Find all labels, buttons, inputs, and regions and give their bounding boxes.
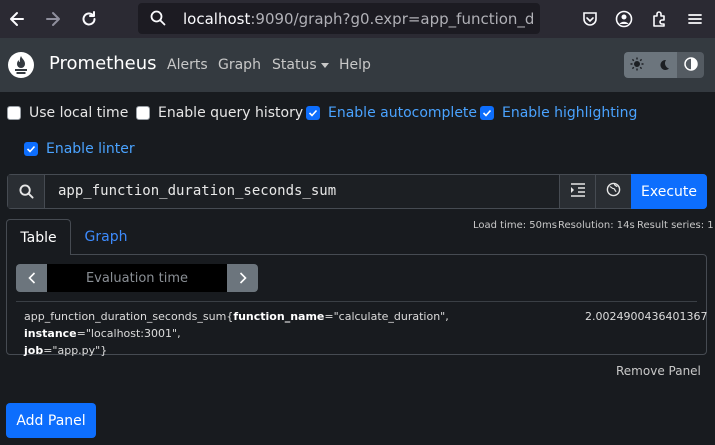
- menu-icon[interactable]: [683, 7, 707, 31]
- highlighting-label: Enable highlighting: [502, 105, 638, 121]
- option-local-time[interactable]: Use local time: [7, 105, 128, 121]
- resolution: Resolution: 14s: [558, 220, 635, 231]
- nav-status[interactable]: Status: [272, 57, 329, 73]
- auto-theme-button[interactable]: [677, 52, 704, 78]
- nav-graph[interactable]: Graph: [218, 57, 261, 73]
- execute-button[interactable]: Execute: [631, 174, 707, 209]
- evaluation-time-input[interactable]: Evaluation time: [47, 264, 227, 292]
- reload-icon[interactable]: [77, 7, 101, 31]
- caret-down-icon: [320, 62, 329, 68]
- highlighting-checkbox[interactable]: [480, 106, 494, 120]
- remove-panel-link[interactable]: Remove Panel: [616, 364, 701, 378]
- search-icon: [150, 10, 166, 30]
- autocomplete-checkbox[interactable]: [306, 106, 320, 120]
- add-panel-button[interactable]: Add Panel: [6, 403, 96, 438]
- prometheus-logo-icon[interactable]: [7, 51, 35, 83]
- option-linter[interactable]: Enable linter: [24, 141, 135, 157]
- chevron-left-icon: [27, 269, 36, 288]
- query-history-label: Enable query history: [158, 105, 304, 121]
- theme-toggle-group: [624, 52, 704, 78]
- forward-icon[interactable]: [41, 7, 65, 31]
- dark-theme-button[interactable]: [650, 52, 678, 78]
- back-icon[interactable]: [5, 7, 29, 31]
- moon-icon: [658, 56, 670, 75]
- light-theme-button[interactable]: [624, 52, 651, 78]
- expression-input[interactable]: app_function_duration_seconds_sum: [58, 183, 336, 199]
- result-series: Result series: 1: [637, 220, 714, 231]
- half-circle-icon: [683, 56, 698, 75]
- expression-search-icon: [8, 175, 45, 208]
- format-expression-button[interactable]: [595, 175, 631, 208]
- pocket-icon[interactable]: [578, 7, 602, 31]
- load-time: Load time: 50ms: [473, 220, 557, 231]
- nav-status-label: Status: [272, 57, 317, 73]
- globe-icon: [606, 182, 621, 201]
- list-icon: [570, 182, 586, 201]
- autocomplete-label: Enable autocomplete: [328, 105, 478, 121]
- nav-alerts[interactable]: Alerts: [167, 57, 208, 73]
- nav-help[interactable]: Help: [339, 57, 371, 73]
- expression-bar: app_function_duration_seconds_sum Execut…: [7, 174, 707, 209]
- tab-table[interactable]: Table: [6, 219, 71, 255]
- local-time-checkbox[interactable]: [7, 106, 21, 120]
- option-query-history[interactable]: Enable query history: [136, 105, 303, 121]
- next-time-button[interactable]: [227, 264, 258, 292]
- url-text: localhost:9090/graph?g0.expr=app_functio…: [183, 10, 533, 28]
- series-value: 2.0024900436401367: [585, 310, 708, 323]
- local-time-label: Use local time: [29, 105, 129, 121]
- linter-label: Enable linter: [46, 141, 135, 157]
- address-bar[interactable]: localhost:9090/graph?g0.expr=app_functio…: [138, 3, 540, 34]
- metrics-explorer-button[interactable]: [559, 175, 595, 208]
- option-highlighting[interactable]: Enable highlighting: [480, 105, 637, 121]
- previous-time-button[interactable]: [16, 264, 47, 292]
- chevron-right-icon: [239, 269, 247, 288]
- linter-checkbox[interactable]: [24, 142, 38, 156]
- sun-icon: [630, 56, 644, 75]
- evaluation-time-control: Evaluation time: [16, 264, 258, 292]
- query-history-checkbox[interactable]: [136, 106, 150, 120]
- extensions-icon[interactable]: [647, 7, 671, 31]
- tab-graph[interactable]: Graph: [72, 219, 140, 255]
- account-icon[interactable]: [612, 7, 636, 31]
- brand-title[interactable]: Prometheus: [49, 53, 157, 74]
- browser-toolbar: localhost:9090/graph?g0.expr=app_functio…: [0, 0, 715, 38]
- series-label: app_function_duration_seconds_sum{functi…: [24, 310, 449, 357]
- top-navbar: Prometheus Alerts Graph Status Help: [0, 38, 715, 92]
- table-divider: [16, 301, 697, 302]
- option-autocomplete[interactable]: Enable autocomplete: [306, 105, 477, 121]
